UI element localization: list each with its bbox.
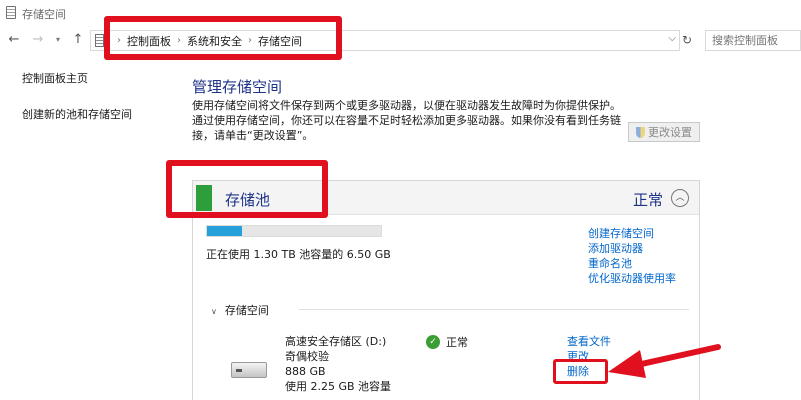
- annotation-arrow: [608, 344, 721, 378]
- annotation-arrow-head: [608, 350, 646, 378]
